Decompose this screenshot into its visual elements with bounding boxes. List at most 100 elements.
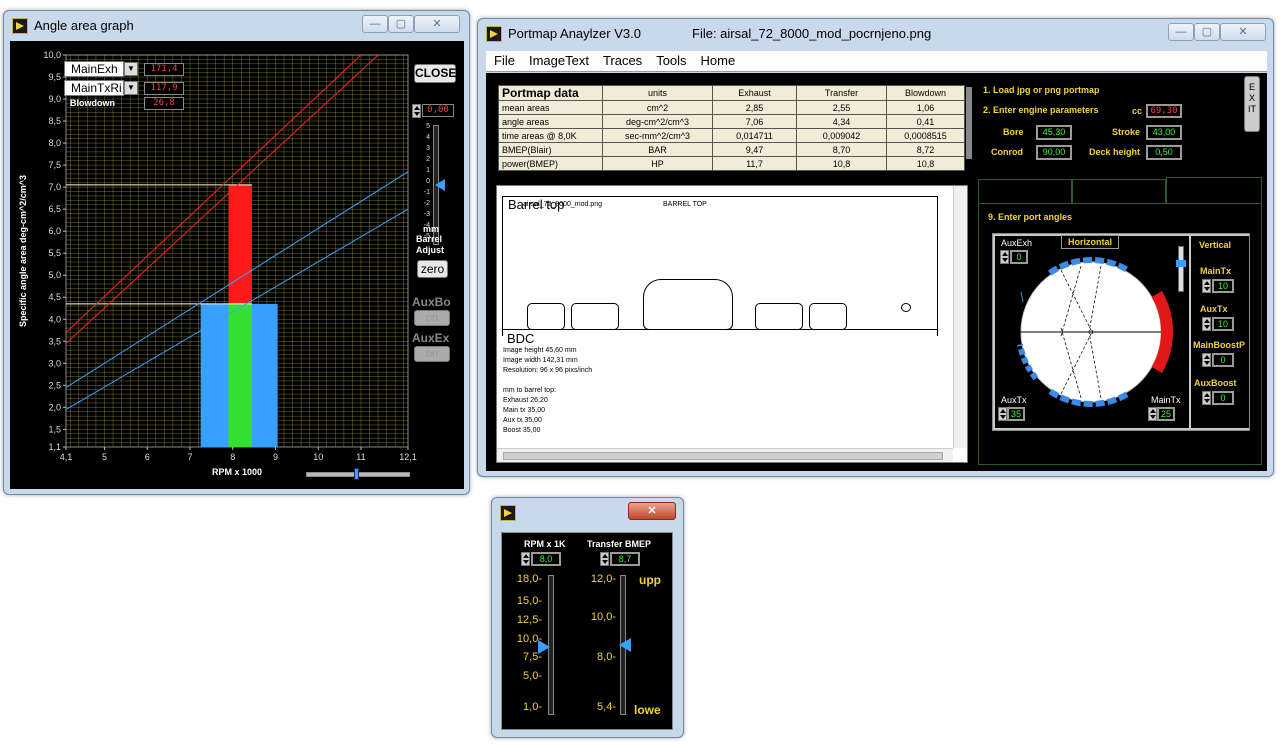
- menu-imagetext[interactable]: ImageText: [529, 51, 589, 71]
- v-auxtx-spinner[interactable]: [1202, 317, 1211, 331]
- close-button[interactable]: CLOSE: [414, 64, 456, 83]
- v-auxboost-field[interactable]: 0: [1212, 391, 1234, 405]
- bmep-scale-label: 8,0-: [597, 651, 616, 663]
- image-vscroll[interactable]: [953, 186, 967, 448]
- maintx-spinner[interactable]: [1148, 407, 1157, 421]
- close-window-button[interactable]: ✕: [628, 502, 676, 520]
- table-cell: cm^2: [602, 100, 713, 115]
- table-cell: 1,06: [886, 100, 965, 115]
- chevron-down-icon[interactable]: ▼: [124, 81, 138, 95]
- v-mainboost-field[interactable]: 0: [1212, 353, 1234, 367]
- table-cell: 10,8: [796, 156, 887, 171]
- minimize-button[interactable]: —: [362, 15, 388, 33]
- barrel-slider-thumb[interactable]: [435, 179, 445, 191]
- table-header: Transfer: [796, 85, 887, 101]
- angle-window-titlebar[interactable]: Angle area graph — ▢ ✕: [4, 11, 469, 39]
- bmep-value-field[interactable]: 8,7: [610, 552, 640, 566]
- maintx-field[interactable]: 25: [1157, 407, 1175, 421]
- table-cell: 0,014711: [712, 128, 797, 143]
- rpm-scale-label: 15,0-: [516, 595, 542, 607]
- info-line: mm to barrel top:: [503, 387, 556, 394]
- slider-titlebar[interactable]: ✕: [492, 498, 683, 526]
- barrel-spinner[interactable]: [412, 104, 421, 118]
- bmep-spinner[interactable]: [600, 552, 609, 566]
- bore-field[interactable]: 45,30: [1036, 125, 1072, 140]
- port-shape: [527, 303, 565, 330]
- auxexh-spinner[interactable]: [1000, 250, 1009, 264]
- bmep-ticks: 12,0- 10,0- 8,0- 5,4-: [582, 573, 618, 713]
- rpm-slider-thumb[interactable]: [353, 468, 359, 480]
- step1-label: 1. Load jpg or png portmap: [983, 85, 1100, 95]
- v-auxtx-field[interactable]: 10: [1212, 317, 1234, 331]
- cc-value[interactable]: 69,30: [1146, 104, 1182, 118]
- menu-home[interactable]: Home: [701, 51, 736, 71]
- table-scrollbar[interactable]: [966, 87, 972, 159]
- rpm-slider-thumb[interactable]: [538, 640, 550, 655]
- menu-file[interactable]: File: [494, 51, 515, 71]
- y-tick-label: 7,5: [48, 160, 61, 170]
- auxbo-toggle[interactable]: on: [414, 310, 450, 326]
- x-tick-label: 6: [145, 452, 150, 462]
- auxexh-label: AuxExh: [1001, 238, 1033, 248]
- chevron-down-icon[interactable]: ▼: [124, 62, 138, 76]
- table-cell: 8,72: [886, 142, 965, 157]
- table-cell: time areas @ 8,0K: [498, 128, 603, 143]
- info-line: Boost 35,00: [503, 427, 541, 434]
- barrel-scale-label: -2: [423, 200, 430, 207]
- x-tick-label: 12,1: [399, 452, 417, 462]
- maximize-button[interactable]: ▢: [1194, 23, 1220, 41]
- table-row: power(BMEP) HP 11,7 10,8 10,8: [498, 156, 965, 171]
- barrel-adjust-value[interactable]: 0,00: [422, 104, 454, 117]
- menu-tools[interactable]: Tools: [656, 51, 686, 71]
- v-scroll-mini[interactable]: [1178, 246, 1184, 292]
- step2-label: 2. Enter engine parameters: [983, 105, 1099, 115]
- auxbo-label: AuxBo: [412, 295, 451, 309]
- y-tick-label: 9,0: [48, 94, 61, 104]
- angle-area-window: Angle area graph — ▢ ✕ 10,0 9,5 9,0 8,5 8,0 7…: [3, 10, 470, 495]
- table-cell: 8,70: [796, 142, 887, 157]
- bmep-scale-label: 10,0-: [590, 611, 616, 623]
- v-auxboost-spinner[interactable]: [1202, 391, 1211, 405]
- hscroll-thumb[interactable]: [503, 452, 943, 460]
- tab-3[interactable]: [1166, 177, 1262, 203]
- tab-1[interactable]: [978, 179, 1072, 203]
- maximize-button[interactable]: ▢: [388, 15, 414, 33]
- menu-traces[interactable]: Traces: [603, 51, 642, 71]
- v-maintx-spinner[interactable]: [1202, 279, 1211, 293]
- auxexh-field[interactable]: 0: [1010, 250, 1028, 264]
- tab-2[interactable]: [1072, 179, 1166, 203]
- legend-value: 117,9: [144, 82, 184, 95]
- y-tick-label: 3,0: [48, 358, 61, 368]
- v-mainboost-spinner[interactable]: [1202, 353, 1211, 367]
- stroke-field[interactable]: 43,00: [1146, 125, 1182, 140]
- rpm-value-field[interactable]: 8,0: [531, 552, 561, 566]
- rpm-scale-label: 5,0-: [523, 670, 542, 682]
- zero-button[interactable]: zero: [417, 260, 448, 278]
- bmep-scale-label: 5,4-: [597, 701, 616, 713]
- v-maintx-label: MainTx: [1200, 266, 1232, 276]
- lowe-label: lowe: [634, 703, 661, 717]
- deck-height-field[interactable]: 0,50: [1146, 145, 1182, 160]
- bore-label: Bore: [1003, 127, 1024, 137]
- legend-value: 171,4: [144, 63, 184, 76]
- legend-name: Blowdown: [70, 98, 115, 108]
- bmep-slider-thumb[interactable]: [619, 638, 631, 652]
- rpm-spinner[interactable]: [521, 552, 530, 566]
- conrod-field[interactable]: 90,00: [1036, 145, 1072, 160]
- v-scroll-mini-thumb[interactable]: [1176, 260, 1186, 267]
- minimize-button[interactable]: —: [1168, 23, 1194, 41]
- auxtx-spinner[interactable]: [998, 407, 1007, 421]
- y-tick-label: 9,5: [48, 72, 61, 82]
- auxtx-field[interactable]: 35: [1007, 407, 1025, 421]
- aux-marker: [1020, 291, 1024, 303]
- portmap-titlebar[interactable]: Portmap Anaylzer V3.0 File: airsal_72_80…: [478, 19, 1273, 47]
- slider-panel: RPM x 1K Transfer BMEP 8,0 8,7 18,0- 15,0…: [501, 532, 673, 730]
- exit-button[interactable]: EXIT: [1244, 76, 1260, 132]
- legend-value: 26,8: [144, 97, 184, 110]
- close-window-button[interactable]: ✕: [414, 15, 460, 33]
- image-hscroll[interactable]: [497, 448, 953, 462]
- v-maintx-field[interactable]: 10: [1212, 279, 1234, 293]
- step9-label: 9. Enter port angles: [988, 212, 1073, 222]
- close-window-button[interactable]: ✕: [1220, 23, 1266, 41]
- auxex-toggle[interactable]: on: [414, 346, 450, 362]
